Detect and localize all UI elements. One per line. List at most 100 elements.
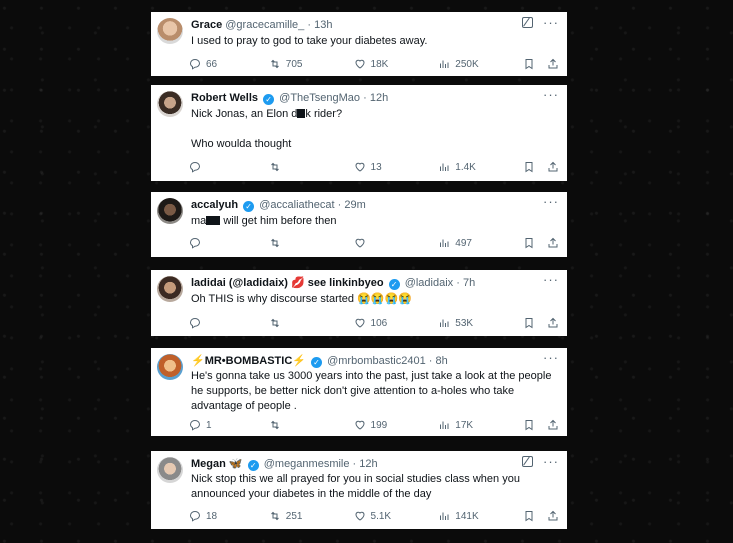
like-button[interactable]: 13: [354, 161, 439, 173]
reply-button[interactable]: [189, 237, 269, 249]
tweet-text-line: he supports, be better nick don't give a…: [191, 385, 515, 397]
share-icon[interactable]: [547, 237, 559, 249]
avatar[interactable]: [157, 198, 183, 224]
view-count: 497: [455, 237, 472, 249]
more-icon[interactable]: ···: [543, 455, 559, 468]
reply-count: 18: [206, 510, 218, 522]
heart-icon: [355, 162, 365, 172]
timestamp[interactable]: 29m: [344, 199, 365, 211]
separator-dot: ·: [352, 458, 357, 470]
tweet-top-icons: ···: [543, 195, 559, 208]
timestamp[interactable]: 8h: [436, 355, 448, 367]
share-icon[interactable]: [547, 510, 559, 522]
views-button[interactable]: 141K: [438, 510, 523, 522]
more-icon[interactable]: ···: [543, 273, 559, 286]
reply-button[interactable]: [189, 161, 269, 173]
timestamp[interactable]: 12h: [370, 92, 388, 104]
like-button[interactable]: 199: [354, 419, 439, 431]
reply-button[interactable]: [189, 317, 269, 329]
more-icon[interactable]: ···: [543, 88, 559, 101]
retweet-icon: [270, 318, 279, 328]
more-icon[interactable]: ···: [543, 16, 559, 29]
display-name[interactable]: ⚡MR•BOMBASTIC⚡: [191, 355, 306, 367]
display-name[interactable]: Megan: [191, 458, 226, 470]
share-icon[interactable]: [547, 161, 559, 173]
bookmark-icon[interactable]: [523, 161, 535, 173]
share-icon[interactable]: [547, 58, 559, 70]
like-button[interactable]: 106: [354, 317, 439, 329]
views-button[interactable]: 250K: [438, 58, 523, 70]
bookmark-icon[interactable]: [523, 419, 535, 431]
avatar[interactable]: [157, 354, 183, 380]
avatar[interactable]: [157, 276, 183, 302]
handle[interactable]: @ladidaix: [405, 277, 453, 289]
reply-icon: [189, 161, 201, 173]
tweet-card[interactable]: Megan 🦋 ✓ @meganmesmile · 12h ··· Nick s…: [151, 451, 567, 529]
views-icon: [440, 163, 449, 171]
bookmark-icon[interactable]: [523, 237, 535, 249]
tweet-card[interactable]: ladidai (@ladidaix) 💋 see linkinbyeo ✓ @…: [151, 270, 567, 336]
like-count: 199: [370, 419, 388, 431]
like-button[interactable]: 18K: [354, 58, 439, 70]
timestamp[interactable]: 12h: [359, 458, 377, 470]
verified-badge-icon: ✓: [247, 460, 259, 471]
tweet-text: Nick stop this we all prayed for you in …: [191, 472, 557, 502]
views-button[interactable]: 497: [438, 237, 523, 249]
handle[interactable]: @mrbombastic2401: [327, 355, 426, 367]
retweet-button[interactable]: 251: [269, 510, 354, 522]
like-count: 5.1K: [370, 510, 392, 522]
timestamp[interactable]: 7h: [463, 277, 475, 289]
handle[interactable]: @accaliathecat: [259, 199, 334, 211]
more-icon[interactable]: ···: [543, 351, 559, 364]
bookmark-icon[interactable]: [523, 317, 535, 329]
views-button[interactable]: 1.4K: [438, 161, 523, 173]
reply-button[interactable]: 18: [189, 510, 269, 522]
avatar[interactable]: [157, 457, 183, 483]
like-button[interactable]: 5.1K: [354, 510, 439, 522]
tweet-card[interactable]: Robert Wells ✓ @TheTsengMao · 12h ··· Ni…: [151, 85, 567, 181]
like-button[interactable]: [354, 237, 439, 249]
more-icon[interactable]: ···: [543, 195, 559, 208]
display-name[interactable]: accalyuh: [191, 199, 238, 211]
display-name[interactable]: ladidai (@ladidaix): [191, 277, 288, 289]
views-button[interactable]: 53K: [438, 317, 523, 329]
retweet-button[interactable]: 705: [269, 58, 354, 70]
separator-dot: ·: [307, 19, 312, 31]
tweet-text-line: [191, 122, 557, 137]
bookmark-icon[interactable]: [523, 58, 535, 70]
reply-icon: [189, 317, 201, 329]
view-count: 53K: [455, 317, 474, 329]
display-name[interactable]: Grace: [191, 19, 222, 31]
retweet-button[interactable]: [269, 419, 354, 431]
end-actions: [523, 419, 559, 431]
retweet-button[interactable]: [269, 237, 354, 249]
share-icon[interactable]: [547, 317, 559, 329]
grok-icon[interactable]: [522, 456, 533, 467]
views-button[interactable]: 17K: [438, 419, 523, 431]
retweet-button[interactable]: [269, 161, 354, 173]
reply-button[interactable]: 1: [189, 419, 269, 431]
timestamp[interactable]: 13h: [314, 19, 332, 31]
display-name[interactable]: Robert Wells: [191, 92, 258, 104]
share-icon[interactable]: [547, 419, 559, 431]
retweet-count: 251: [285, 510, 303, 522]
tweet-card[interactable]: accalyuh ✓ @accaliathecat · 29m ··· ma w…: [151, 192, 567, 257]
tweet-header: Megan 🦋 ✓ @meganmesmile · 12h: [191, 457, 559, 471]
bookmark-icon[interactable]: [523, 510, 535, 522]
retweet-button[interactable]: [269, 317, 354, 329]
reply-button[interactable]: 66: [189, 58, 269, 70]
tweet-card[interactable]: Grace @gracecamille_ · 13h ··· I used to…: [151, 12, 567, 76]
retweet-icon: [270, 162, 279, 172]
tweet-card[interactable]: ⚡MR•BOMBASTIC⚡ ✓ @mrbombastic2401 · 8h ·…: [151, 348, 567, 436]
handle[interactable]: @meganmesmile: [264, 458, 350, 470]
avatar[interactable]: [157, 91, 183, 117]
separator-dot: ·: [428, 355, 433, 367]
avatar[interactable]: [157, 18, 183, 44]
like-count: 106: [370, 317, 388, 329]
text-fragment: Nick Jonas, an Elon d: [191, 108, 298, 120]
handle[interactable]: @gracecamille_: [225, 19, 304, 31]
handle[interactable]: @TheTsengMao: [279, 92, 360, 104]
tweet-top-icons: ···: [522, 16, 559, 29]
grok-icon[interactable]: [522, 17, 533, 28]
tweet-text-line: Who woulda thought: [191, 138, 292, 150]
